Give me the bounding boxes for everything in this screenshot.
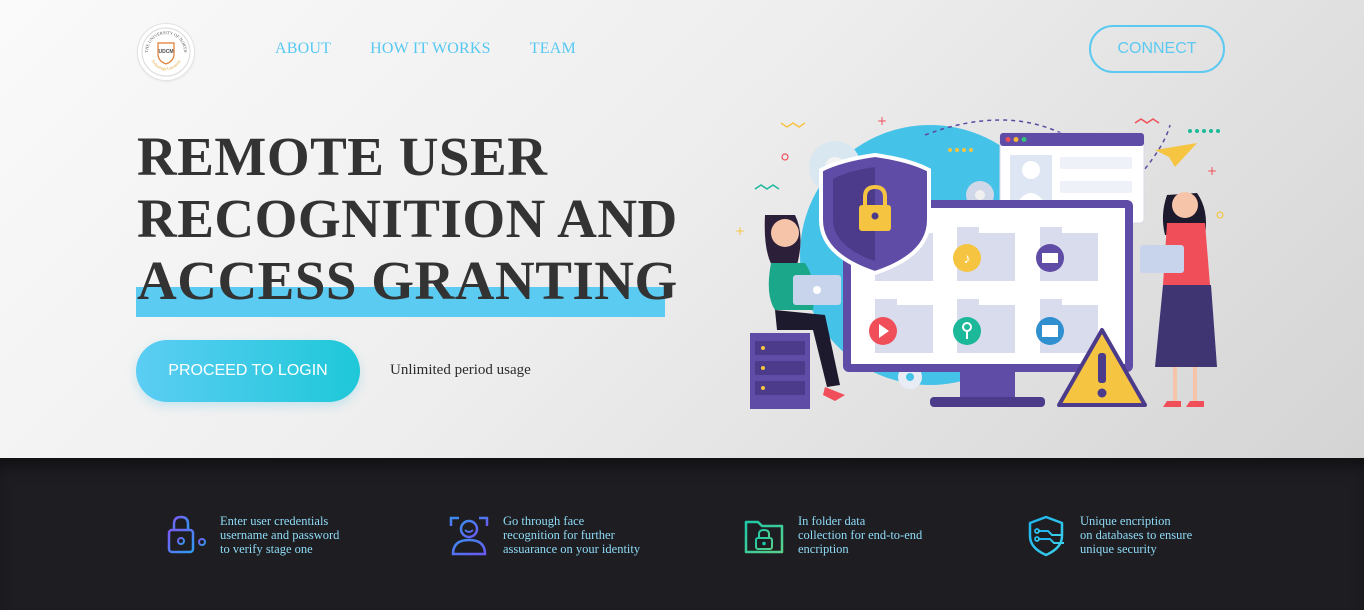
proceed-to-login-button[interactable]: PROCEED TO LOGIN bbox=[136, 340, 360, 402]
nav-team[interactable]: TEAM bbox=[530, 40, 576, 58]
feature-line: unique security bbox=[1080, 542, 1157, 556]
university-logo[interactable]: THE UNIVERSITY OF NORTH Technology Unive… bbox=[137, 23, 195, 81]
feature-line: Go through face bbox=[503, 514, 585, 528]
svg-text:+: + bbox=[1207, 164, 1217, 178]
main-nav: ABOUT HOW IT WORKS TEAM bbox=[275, 40, 576, 58]
feature-line: encription bbox=[798, 542, 849, 556]
feature-line: collection for end-to-end bbox=[798, 528, 923, 542]
feature-text: Go through face recognition for further … bbox=[503, 514, 640, 556]
university-crest-icon: THE UNIVERSITY OF NORTH Technology Unive… bbox=[141, 27, 191, 77]
feature-text: Enter user credentials username and pass… bbox=[220, 514, 339, 556]
face-recognition-icon bbox=[447, 514, 491, 558]
feature-folder-encryption: In folder data collection for end-to-end… bbox=[742, 514, 922, 558]
headline-line-2: RECOGNITION AND bbox=[137, 188, 678, 249]
usage-note: Unlimited period usage bbox=[390, 362, 531, 378]
page-title: REMOTE USER RECOGNITION AND ACCESS GRANT… bbox=[137, 126, 697, 312]
security-illustration: ♪ + + + bbox=[735, 114, 1224, 409]
hero-section: THE UNIVERSITY OF NORTH Technology Unive… bbox=[0, 0, 1364, 458]
folder-music-icon: ♪ bbox=[953, 227, 1015, 281]
feature-line: In folder data bbox=[798, 514, 866, 528]
headline-line-1: REMOTE USER bbox=[137, 126, 548, 187]
connect-button[interactable]: CONNECT bbox=[1089, 25, 1225, 73]
headline-line-3: ACCESS GRANTING bbox=[137, 250, 678, 311]
nav-how-it-works[interactable]: HOW IT WORKS bbox=[370, 40, 491, 58]
feature-text: In folder data collection for end-to-end… bbox=[798, 514, 922, 556]
folder-image-icon bbox=[1036, 299, 1098, 353]
feature-line: username and password bbox=[220, 528, 340, 542]
folder-video-icon bbox=[869, 299, 933, 353]
folder-key-icon bbox=[953, 299, 1015, 353]
feature-credentials: Enter user credentials username and pass… bbox=[164, 514, 339, 558]
features-bar: Enter user credentials username and pass… bbox=[0, 458, 1364, 610]
shield-circuit-icon bbox=[1024, 514, 1068, 558]
logo-shield-text: UDCM bbox=[159, 49, 174, 55]
person-standing-illustration bbox=[1140, 192, 1217, 407]
feature-line: assuarance on your identity bbox=[503, 542, 641, 556]
folder-mail-icon bbox=[1036, 227, 1098, 281]
svg-text:+: + bbox=[735, 224, 745, 238]
feature-text: Unique encription on databases to ensure… bbox=[1080, 514, 1192, 556]
svg-text:+: + bbox=[877, 114, 887, 128]
padlock-key-icon bbox=[164, 514, 208, 558]
svg-text:♪: ♪ bbox=[964, 252, 971, 267]
feature-line: Enter user credentials bbox=[220, 514, 329, 528]
feature-line: recognition for further bbox=[503, 528, 615, 542]
shield-lock-icon bbox=[819, 152, 931, 276]
feature-line: Unique encription bbox=[1080, 514, 1171, 528]
feature-database-encryption: Unique encription on databases to ensure… bbox=[1024, 514, 1192, 558]
feature-line: on databases to ensure bbox=[1080, 528, 1193, 542]
nav-about[interactable]: ABOUT bbox=[275, 40, 331, 58]
locked-folder-icon bbox=[742, 514, 786, 558]
server-icon bbox=[750, 333, 810, 409]
feature-face-recognition: Go through face recognition for further … bbox=[447, 514, 640, 558]
feature-line: to verify stage one bbox=[220, 542, 313, 556]
